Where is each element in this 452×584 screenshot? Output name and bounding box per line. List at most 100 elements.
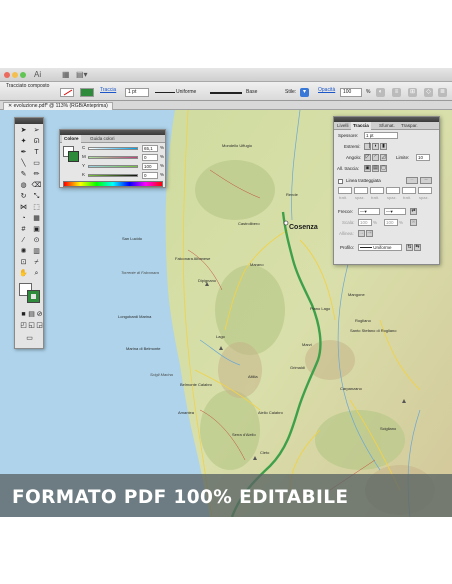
- draw-inside-icon[interactable]: ◲: [34, 321, 45, 330]
- lasso-tool-icon[interactable]: ᘏ: [31, 137, 42, 146]
- start-scale-field[interactable]: 100: [358, 219, 372, 226]
- blend-tool-icon[interactable]: ⊙: [31, 236, 42, 245]
- rectangle-tool-icon[interactable]: ▭: [31, 159, 42, 168]
- tab-color-guide[interactable]: Guida colori: [88, 135, 117, 143]
- width-tool-icon[interactable]: ⋈: [18, 203, 29, 212]
- align-outside-icon[interactable]: ▢: [380, 165, 387, 172]
- slice-tool-icon[interactable]: ⌿: [31, 258, 42, 267]
- align-dash-icon[interactable]: ┅: [420, 177, 432, 184]
- channel-c-value[interactable]: 65,1: [142, 145, 158, 152]
- recolor-artwork-icon[interactable]: ◐: [376, 88, 385, 97]
- square-cap-icon[interactable]: ▮: [380, 143, 387, 150]
- rotate-tool-icon[interactable]: ↻: [18, 192, 29, 201]
- channel-m-slider[interactable]: [88, 156, 138, 159]
- stroke-panel-link[interactable]: Traccia: [100, 87, 116, 93]
- stroke-swatch[interactable]: [80, 88, 94, 97]
- zoom-tool-icon[interactable]: ⌕: [31, 269, 42, 278]
- arrow-tip-at-end-icon[interactable]: ⇥: [366, 230, 373, 237]
- symbol-sprayer-tool-icon[interactable]: ✺: [18, 247, 29, 256]
- dash-field[interactable]: [370, 187, 384, 194]
- tab-stroke[interactable]: Traccia: [351, 122, 371, 130]
- shape-builder-tool-icon[interactable]: ◔: [18, 214, 29, 223]
- channel-y-value[interactable]: 100: [142, 163, 158, 170]
- zoom-window-button[interactable]: [20, 72, 26, 78]
- perspective-grid-tool-icon[interactable]: ▦: [31, 214, 42, 223]
- gap-field[interactable]: [418, 187, 432, 194]
- arrange-documents-icon[interactable]: ▤▾: [76, 70, 88, 80]
- pen-tool-icon[interactable]: ✒: [18, 148, 29, 157]
- tools-panel-header[interactable]: [15, 118, 43, 124]
- bevel-join-icon[interactable]: ◿: [380, 154, 387, 161]
- round-cap-icon[interactable]: ◗: [372, 143, 379, 150]
- type-tool-icon[interactable]: T: [31, 148, 42, 157]
- gap-field[interactable]: [386, 187, 400, 194]
- scale-tool-icon[interactable]: ⤡: [31, 192, 42, 201]
- channel-c-slider[interactable]: [88, 147, 138, 150]
- minimize-window-button[interactable]: [12, 72, 18, 78]
- align-inside-icon[interactable]: ▤: [372, 165, 379, 172]
- fill-swatch[interactable]: [60, 88, 74, 97]
- line-tool-icon[interactable]: ╲: [18, 159, 29, 168]
- artboard-tool-icon[interactable]: ⊡: [18, 258, 29, 267]
- direct-selection-tool-icon[interactable]: ➢: [31, 126, 42, 135]
- align-center-icon[interactable]: ▣: [364, 165, 371, 172]
- close-window-button[interactable]: [4, 72, 10, 78]
- channel-y-slider[interactable]: [88, 165, 138, 168]
- stroke-proxy[interactable]: [27, 290, 40, 303]
- flip-across-icon[interactable]: ⇆: [414, 244, 421, 251]
- end-arrowhead-select[interactable]: —▾: [384, 208, 406, 215]
- flip-along-icon[interactable]: ⇅: [406, 244, 413, 251]
- hand-tool-icon[interactable]: ✋: [18, 269, 29, 278]
- round-join-icon[interactable]: ◜: [372, 154, 379, 161]
- gradient-tool-icon[interactable]: ▣: [31, 225, 42, 234]
- stroke-weight-field[interactable]: 1 pt: [125, 88, 149, 97]
- selection-tool-icon[interactable]: ➤: [18, 126, 29, 135]
- limit-field[interactable]: 10: [416, 154, 430, 161]
- column-graph-tool-icon[interactable]: ▥: [31, 247, 42, 256]
- end-scale-field[interactable]: 100: [384, 219, 398, 226]
- dashed-line-checkbox[interactable]: [338, 179, 343, 184]
- profile-select[interactable]: Uniforme: [358, 244, 402, 251]
- tab-transparency[interactable]: Traspar.: [399, 122, 420, 130]
- screen-mode-icon[interactable]: ▭: [24, 334, 35, 343]
- magic-wand-tool-icon[interactable]: ✦: [18, 137, 29, 146]
- bridge-icon[interactable]: ▦: [62, 70, 70, 80]
- start-arrowhead-select[interactable]: —▾: [358, 208, 380, 215]
- blob-brush-tool-icon[interactable]: ◍: [18, 181, 29, 190]
- channel-m-value[interactable]: 0: [142, 154, 158, 161]
- eyedropper-tool-icon[interactable]: ⁄: [18, 236, 29, 245]
- tab-gradient[interactable]: Sfumat.: [377, 122, 397, 130]
- stroke-swatch-proxy[interactable]: [68, 151, 79, 162]
- weight-field[interactable]: 1 pt: [364, 132, 398, 139]
- channel-k-value[interactable]: 0: [142, 172, 158, 179]
- brush-definition[interactable]: Base: [246, 89, 257, 95]
- variable-width-profile[interactable]: Uniforme: [176, 89, 196, 95]
- graphic-style-picker[interactable]: ▾: [300, 88, 309, 97]
- swap-arrowheads-icon[interactable]: ⇄: [410, 208, 417, 215]
- pencil-tool-icon[interactable]: ✏: [31, 170, 42, 179]
- butt-cap-icon[interactable]: ▕: [364, 143, 371, 150]
- eraser-tool-icon[interactable]: ⌫: [31, 181, 42, 190]
- isolate-icon[interactable]: ◇: [424, 88, 433, 97]
- arrow-tip-beyond-icon[interactable]: →: [358, 230, 365, 237]
- transform-icon[interactable]: ⊞: [408, 88, 417, 97]
- channel-k-slider[interactable]: [88, 174, 138, 177]
- gap-field[interactable]: [354, 187, 368, 194]
- panel-menu-icon[interactable]: ≣: [438, 88, 447, 97]
- tab-layers[interactable]: Livelli: [335, 122, 351, 130]
- tab-color[interactable]: Colore: [62, 135, 81, 143]
- dash-field[interactable]: [402, 187, 416, 194]
- document-tab[interactable]: ✕ evoluzione.pdf* @ 113% (RGB/Anteprima): [3, 102, 113, 110]
- preserve-dash-icon[interactable]: ┄: [406, 177, 418, 184]
- mesh-tool-icon[interactable]: #: [18, 225, 29, 234]
- opacity-field[interactable]: 100: [340, 88, 362, 97]
- link-scale-icon[interactable]: ∞: [410, 219, 417, 226]
- dash-field[interactable]: [338, 187, 352, 194]
- paintbrush-tool-icon[interactable]: ✎: [18, 170, 29, 179]
- free-transform-tool-icon[interactable]: ⬚: [31, 203, 42, 212]
- opacity-link[interactable]: Opacità: [318, 87, 335, 93]
- color-spectrum[interactable]: [63, 181, 163, 187]
- none-mode-icon[interactable]: ⊘: [34, 310, 45, 319]
- miter-join-icon[interactable]: ◸: [364, 154, 371, 161]
- align-icon[interactable]: ≡: [392, 88, 401, 97]
